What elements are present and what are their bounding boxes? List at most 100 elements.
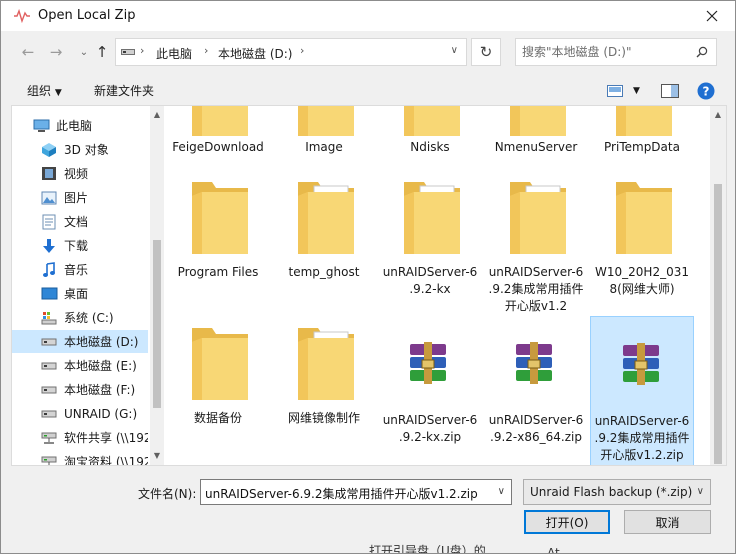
nav-item[interactable]: 本地磁盘 (F:) [12,378,148,401]
file-name-label: .9.2集成常用插件 [488,282,584,296]
folder-item[interactable]: Program Files [166,170,270,320]
file-name-label: unRAIDServer-6 [488,413,584,427]
file-name-label: unRAIDServer-6 [382,413,478,427]
nav-item[interactable]: 文档 [12,210,148,233]
new-folder-button[interactable]: 新建文件夹 [94,82,154,99]
up-button[interactable]: ↑ [91,42,113,62]
refresh-icon: ↻ [479,43,493,61]
svg-text:?: ? [703,85,710,99]
nav-item-label: 此电脑 [56,119,93,133]
nav-item[interactable]: UNRAID (G:) [12,402,148,425]
nav-item-label: 本地磁盘 (F:) [64,383,136,397]
open-button[interactable]: 打开(O) [524,510,610,534]
file-name-label: Ndisks [410,140,450,154]
scroll-up-arrow-icon[interactable]: ▲ [713,110,723,120]
nav-item[interactable]: 音乐 [12,258,148,281]
breadcrumb-separator-icon: › [300,44,305,57]
view-options-button[interactable]: ▼ [607,81,640,101]
folder-item[interactable]: 数据备份 [166,316,270,465]
nav-item-label: 本地磁盘 (E:) [64,359,137,373]
filename-combobox[interactable]: ∨ [200,479,512,505]
file-list: FeigeDownload Image Ndisks NmenuServer PriTe… [164,106,712,465]
forward-button[interactable]: → [45,42,67,62]
zip-file-item[interactable]: unRAIDServer-6 .9.2集成常用插件 开心版v1.2.zip [590,316,694,465]
chevron-down-icon: ▼ [54,88,62,98]
folder-item[interactable]: 网维镜像制作 [272,316,376,465]
cancel-button[interactable]: 取消 [624,510,711,534]
file-name-label: unRAIDServer-6 [594,414,690,428]
organize-label: 组织 [27,84,52,98]
filename-input[interactable] [205,484,485,502]
3d-objects-icon [40,142,58,158]
nav-item-label: 淘宝资料 (\\192 [64,455,148,465]
filetype-select[interactable]: Unraid Flash backup (*.zip) ∨ [523,479,711,505]
nav-item[interactable]: 图片 [12,186,148,209]
navigation-scroll-thumb[interactable] [153,240,161,408]
nav-item-label: UNRAID (G:) [64,406,138,421]
back-button[interactable]: ← [17,42,39,62]
nav-item-label: 视频 [64,167,89,181]
help-button[interactable]: ? [697,81,715,101]
nav-item[interactable]: 本地磁盘 (E:) [12,354,148,377]
folder-item[interactable]: W10_20H2_031 8(网维大师) [590,170,694,320]
nav-item[interactable]: 3D 对象 [12,138,148,161]
music-icon [40,261,58,278]
folder-item[interactable]: temp_ghost [272,170,376,320]
nav-item-label: 下载 [64,239,89,253]
network-drive-icon [40,454,58,465]
nav-item[interactable]: 系统 (C:) [12,306,148,329]
view-icon [607,85,623,97]
search-input[interactable] [522,43,692,61]
address-history-chevron-icon[interactable]: ∨ [451,45,458,56]
file-name-label: W10_20H2_031 [595,265,689,279]
documents-icon [40,214,58,230]
desktop-icon [40,286,58,302]
nav-item[interactable]: 视频 [12,162,148,185]
preview-pane-button[interactable] [661,81,679,101]
drive-icon [40,334,58,350]
app-icon [14,9,30,23]
chevron-down-icon[interactable]: ∨ [498,486,505,497]
file-list-scrollbar[interactable]: ▲ [710,106,726,465]
nav-item[interactable]: 桌面 [12,282,148,305]
nav-item-label: 桌面 [64,287,89,301]
breadcrumb-this-pc[interactable]: 此电脑 [156,45,192,62]
filename-label: 文件名(N): [138,487,197,501]
window-title: Open Local Zip [38,8,136,23]
nav-item-label: 软件共享 (\\192 [64,431,148,445]
zip-file-item[interactable]: unRAIDServer-6 .9.2-kx.zip [378,316,482,465]
drive-icon [121,49,135,55]
pictures-icon [40,190,58,206]
nav-item[interactable]: 淘宝资料 (\\192 [12,450,148,465]
command-toolbar: 组织 ▼ 新建文件夹 ▼ ? [1,77,735,105]
file-name-label: FeigeDownload [172,140,264,154]
search-box[interactable] [515,38,717,66]
address-bar[interactable]: › 此电脑 › 本地磁盘 (D:) › ∨ [115,38,467,66]
zip-file-item[interactable]: unRAIDServer-6 .9.2-x86_64.zip [484,316,588,465]
folder-item[interactable]: unRAIDServer-6 .9.2集成常用插件 开心版v1.2 [484,170,588,320]
chevron-down-icon: ▼ [633,86,640,96]
search-icon [696,46,708,58]
file-name-label: Image [305,140,343,154]
system-drive-icon [40,310,58,326]
nav-item[interactable]: 下载 [12,234,148,257]
scroll-down-arrow-icon[interactable]: ▼ [152,451,162,461]
nav-item[interactable]: 软件共享 (\\192 [12,426,148,449]
breadcrumb-drive-d[interactable]: 本地磁盘 (D:) [218,45,292,62]
scroll-up-arrow-icon[interactable]: ▲ [152,110,162,120]
dialog-footer: 文件名(N): ∨ Unraid Flash backup (*.zip) ∨ … [1,467,735,553]
close-icon [706,10,718,22]
close-button[interactable] [689,1,735,31]
nav-item[interactable]: 此电脑 [12,114,148,137]
preview-pane-icon [661,84,679,98]
file-name-label: .9.2-kx [409,282,451,296]
refresh-button[interactable]: ↻ [471,38,501,66]
download-icon [40,238,58,254]
organize-button[interactable]: 组织 ▼ [27,82,62,99]
nav-item[interactable]: 本地磁盘 (D:) [12,330,148,353]
file-name-label: .9.2集成常用插件 [594,431,690,445]
file-name-label: .9.2-kx.zip [398,430,462,444]
folder-item[interactable]: unRAIDServer-6 .9.2-kx [378,170,482,320]
file-list-scroll-thumb[interactable] [714,184,722,464]
navigation-scrollbar[interactable]: ▲ ▼ [150,106,164,465]
